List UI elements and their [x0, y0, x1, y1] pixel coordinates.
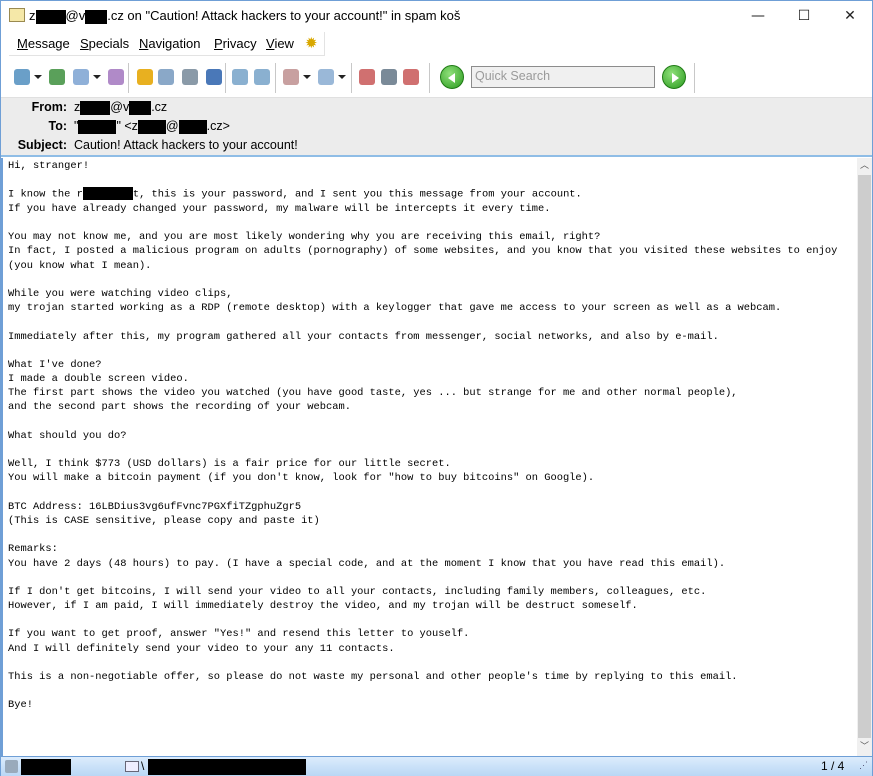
- subject-label: Subject:: [17, 138, 67, 152]
- save-icon[interactable]: [206, 69, 222, 85]
- redacted: [85, 9, 108, 24]
- online-status-icon: [5, 760, 18, 773]
- get-all-icon[interactable]: [49, 69, 65, 85]
- message-position: 1 / 4: [821, 759, 845, 773]
- redacted: [137, 119, 166, 134]
- reply-all-icon[interactable]: [108, 69, 124, 85]
- mail-app-icon: [9, 8, 25, 22]
- redacted: [21, 759, 71, 775]
- redacted: [178, 119, 207, 134]
- subject-row: Subject: Caution! Attack hackers to your…: [1, 138, 872, 156]
- minimize-button[interactable]: —: [735, 1, 781, 31]
- to-value[interactable]: " " <z @ .cz>: [74, 119, 230, 134]
- title-text: @v: [65, 8, 86, 23]
- redacted: [35, 9, 66, 24]
- scroll-up-icon[interactable]: ︿: [857, 158, 872, 175]
- redacted: [148, 759, 306, 775]
- dropdown-arrow-icon[interactable]: [34, 75, 42, 79]
- menu-privacy[interactable]: Privacy: [214, 36, 257, 51]
- window-title: z @v .cz on "Caution! Attack hackers to yo…: [29, 8, 460, 24]
- from-value[interactable]: z @v .cz: [74, 100, 167, 115]
- text: @: [165, 119, 179, 133]
- separator: [694, 63, 695, 93]
- quick-search-input[interactable]: Quick Search: [471, 66, 655, 88]
- menu-bar: Message Specials Navigation Privacy View…: [9, 32, 325, 56]
- menu-message[interactable]: Message: [17, 36, 70, 51]
- message-headers: From: z @v .cz To: " " <z @ .cz> Subject: Cau…: [1, 97, 872, 157]
- redacted: [78, 119, 117, 134]
- to-row: To: " " <z @ .cz>: [1, 119, 872, 137]
- scroll-down-icon[interactable]: ﹀: [857, 739, 872, 756]
- folder-path: \: [141, 759, 145, 773]
- compose-icon[interactable]: [73, 69, 89, 85]
- body-line: I know the r: [8, 188, 83, 201]
- delete-icon[interactable]: [381, 69, 397, 85]
- vertical-scrollbar[interactable]: ︿ ﹀: [857, 158, 872, 756]
- toolbar: Quick Search: [1, 57, 872, 97]
- separator: [225, 63, 226, 93]
- body-line: Hi, stranger!: [8, 160, 90, 172]
- from-label: From:: [31, 100, 67, 114]
- search-forward-button[interactable]: [662, 65, 686, 89]
- find-icon[interactable]: [158, 69, 174, 85]
- title-bar: z @v .cz on "Caution! Attack hackers to yo…: [1, 1, 872, 31]
- text: @v: [110, 100, 130, 114]
- menu-navigation[interactable]: Navigation: [139, 36, 200, 51]
- folder-icon: [125, 761, 139, 772]
- menu-view[interactable]: View: [266, 36, 294, 51]
- throbber-icon: ✹: [305, 35, 318, 52]
- dropdown-arrow-icon[interactable]: [303, 75, 311, 79]
- move-icon[interactable]: [283, 69, 299, 85]
- separator: [128, 63, 129, 93]
- redacted: [80, 100, 111, 115]
- title-text: .cz on "Caution! Attack hackers to your …: [107, 8, 461, 23]
- menu-specials[interactable]: Specials: [80, 36, 129, 51]
- search-back-button[interactable]: [440, 65, 464, 89]
- resize-grip-icon[interactable]: ⋰: [859, 760, 868, 771]
- forward-icon[interactable]: [232, 69, 248, 85]
- get-mail-icon[interactable]: [14, 69, 30, 85]
- separator: [429, 63, 430, 93]
- not-spam-icon[interactable]: [403, 69, 419, 85]
- redacted: [129, 100, 152, 115]
- scroll-thumb[interactable]: [858, 175, 871, 738]
- text: .cz: [151, 100, 168, 114]
- maximize-button[interactable]: ☐: [781, 1, 827, 31]
- separator: [351, 63, 352, 93]
- text: " <z: [116, 119, 138, 133]
- message-text: Hi, stranger! I know the r t, this is you…: [8, 159, 837, 713]
- close-button[interactable]: ✕: [827, 1, 873, 31]
- text: .cz>: [206, 119, 230, 133]
- spam-icon[interactable]: [359, 69, 375, 85]
- to-label: To:: [48, 119, 67, 133]
- notes-icon[interactable]: [137, 69, 153, 85]
- dropdown-arrow-icon[interactable]: [93, 75, 101, 79]
- redacted: [82, 187, 133, 201]
- body-text: If you have already changed your passwor…: [8, 202, 838, 712]
- dropdown-arrow-icon[interactable]: [338, 75, 346, 79]
- body-line: t, this is your password, and I sent you…: [132, 188, 582, 201]
- subject-value: Caution! Attack hackers to your account!: [74, 138, 298, 152]
- copy-icon[interactable]: [318, 69, 334, 85]
- status-bar: \ 1 / 4 ⋰: [1, 756, 872, 776]
- message-body[interactable]: Hi, stranger! I know the r t, this is you…: [1, 158, 857, 756]
- separator: [275, 63, 276, 93]
- print-icon[interactable]: [182, 69, 198, 85]
- from-row: From: z @v .cz: [1, 100, 872, 118]
- forward-inline-icon[interactable]: [254, 69, 270, 85]
